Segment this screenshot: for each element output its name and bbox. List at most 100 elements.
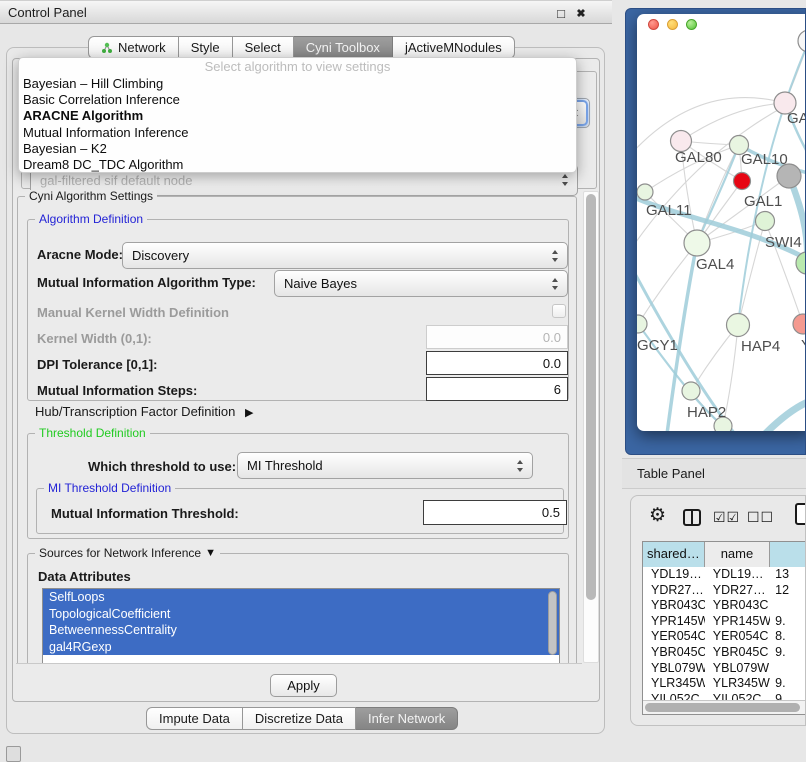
- algorithm-definition-group: Algorithm Definition Aracne Mode: Discov…: [27, 219, 569, 401]
- tab-jactivemnodules[interactable]: jActiveMNodules: [393, 36, 515, 59]
- list-item[interactable]: BetweennessCentrality: [43, 622, 559, 639]
- node-label: GCY1: [637, 337, 678, 354]
- document-icon[interactable]: [795, 503, 806, 525]
- select-all-columns-icon[interactable]: ☑☑: [713, 509, 740, 526]
- control-panel-tabs: Network Style Select Cyni Toolbox jActiv…: [88, 36, 515, 59]
- tab-select[interactable]: Select: [233, 36, 294, 59]
- dropdown-item-selected[interactable]: ARACNE Algorithm: [19, 108, 576, 124]
- table-row[interactable]: YBR045CYBR045C9.: [643, 645, 806, 661]
- mi-threshold-label: Mutual Information Threshold:: [51, 505, 239, 523]
- manual-kernel-label: Manual Kernel Width Definition: [37, 304, 229, 322]
- network-window[interactable]: GAL GAL80 GAL10 GAL11 GAL1 SWI4 GAL4 GCY…: [637, 14, 806, 431]
- network-node-labels: GAL GAL80 GAL10 GAL11 GAL1 SWI4 GAL4 GCY…: [637, 110, 806, 421]
- hub-definition-label: Hub/Transcription Factor Definition: [35, 404, 235, 419]
- column-header-shared-name[interactable]: shared…: [643, 542, 705, 567]
- node-label: Y: [801, 337, 806, 354]
- node-hap2[interactable]: [682, 382, 700, 400]
- node-label: GAL4: [696, 256, 734, 273]
- manual-kernel-checkbox[interactable]: [552, 304, 566, 318]
- table-scrollbar-thumb[interactable]: [645, 703, 800, 712]
- list-item[interactable]: SelfLoops: [43, 589, 559, 606]
- threshold-definition-group: Threshold Definition Which threshold to …: [27, 433, 569, 539]
- node-partial-top[interactable]: [798, 30, 806, 52]
- aracne-mode-label: Aracne Mode:: [37, 246, 123, 264]
- mi-type-value: Naive Bayes: [284, 276, 357, 291]
- table-header-row: shared… name: [643, 542, 806, 567]
- table-panel-title: Table Panel: [637, 466, 705, 481]
- settings-group-title: Cyni Algorithm Settings: [25, 190, 157, 203]
- kernel-width-field[interactable]: 0.0: [426, 325, 568, 349]
- tab-infer-network[interactable]: Infer Network: [356, 707, 458, 730]
- dropdown-item[interactable]: Basic Correlation Inference: [19, 92, 576, 108]
- threshold-definition-title: Threshold Definition: [35, 426, 150, 440]
- stepper-icon: [551, 250, 560, 262]
- apply-button[interactable]: Apply: [270, 674, 337, 697]
- deselect-all-columns-icon[interactable]: ☐☐: [747, 509, 774, 526]
- float-window-icon[interactable]: □: [552, 4, 570, 22]
- node-salmon[interactable]: [793, 314, 806, 334]
- tab-impute-data[interactable]: Impute Data: [146, 707, 243, 730]
- dropdown-item[interactable]: Mutual Information Inference: [19, 125, 576, 141]
- expanded-arrow-icon: ▼: [205, 547, 216, 559]
- node-label: GAL11: [646, 202, 692, 219]
- node-gcy1[interactable]: [637, 315, 647, 333]
- table-row[interactable]: YBL079WYBL079W: [643, 661, 806, 677]
- mi-threshold-field[interactable]: 0.5: [423, 500, 567, 525]
- tab-cyni-toolbox[interactable]: Cyni Toolbox: [294, 36, 393, 59]
- list-item[interactable]: gal4RGexp: [43, 639, 559, 656]
- settings-gear-icon[interactable]: ⚙: [649, 504, 666, 527]
- network-canvas[interactable]: GAL GAL80 GAL10 GAL11 GAL1 SWI4 GAL4 GCY…: [637, 14, 806, 431]
- node-gal1[interactable]: [756, 212, 775, 231]
- stepper-icon: [561, 174, 570, 186]
- sources-group-title[interactable]: Sources for Network Inference ▼: [35, 546, 220, 560]
- table-row[interactable]: YPR145WYPR145W9.: [643, 614, 806, 630]
- control-panel-title: Control Panel: [8, 5, 87, 20]
- screen: Control Panel □ ✖ Network Style Select C…: [0, 0, 806, 762]
- aracne-mode-combo[interactable]: Discovery: [122, 242, 568, 269]
- settings-scroll-area: Cyni Algorithm Settings Algorithm Defini…: [16, 190, 582, 664]
- node-red[interactable]: [734, 173, 751, 190]
- close-icon[interactable]: ✖: [572, 4, 590, 22]
- sources-group: Sources for Network Inference ▼ Data Att…: [27, 553, 569, 664]
- tab-style[interactable]: Style: [179, 36, 233, 59]
- dropdown-placeholder: Select algorithm to view settings: [19, 58, 576, 76]
- cyni-bottom-tabs: Impute Data Discretize Data Infer Networ…: [146, 707, 458, 730]
- minimized-panel-icon[interactable]: [6, 746, 21, 762]
- mi-threshold-group-title: MI Threshold Definition: [44, 481, 175, 495]
- table-horizontal-scrollbar[interactable]: [643, 700, 806, 714]
- column-header-name[interactable]: name: [705, 542, 770, 567]
- tab-discretize-data[interactable]: Discretize Data: [243, 707, 356, 730]
- algorithm-definition-title: Algorithm Definition: [35, 212, 147, 226]
- show-columns-icon[interactable]: [683, 509, 701, 526]
- column-header-partial[interactable]: [770, 542, 806, 567]
- dropdown-item[interactable]: Bayesian – Hill Climbing: [19, 76, 576, 92]
- table-row[interactable]: YBR043CYBR043C: [643, 598, 806, 614]
- data-attributes-label: Data Attributes: [38, 568, 131, 586]
- hub-definition-toggle[interactable]: Hub/Transcription Factor Definition ▶: [35, 403, 253, 421]
- list-scrollbar-thumb[interactable]: [548, 591, 557, 655]
- which-threshold-combo[interactable]: MI Threshold: [237, 452, 533, 479]
- mi-steps-field[interactable]: 6: [426, 377, 568, 401]
- dropdown-item[interactable]: Dream8 DC_TDC Algorithm: [19, 157, 576, 173]
- dpi-tolerance-field[interactable]: 0.0: [426, 351, 568, 375]
- settings-scrollbar[interactable]: [583, 191, 599, 663]
- dpi-tolerance-label: DPI Tolerance [0,1]:: [37, 356, 157, 374]
- list-item[interactable]: TopologicalCoefficient: [43, 606, 559, 623]
- table-row[interactable]: YLR345WYLR345W9.: [643, 676, 806, 692]
- collapsed-arrow-icon: ▶: [245, 407, 253, 419]
- table-row[interactable]: YDL19…YDL19…13: [643, 567, 806, 583]
- mi-type-combo[interactable]: Naive Bayes: [274, 270, 568, 297]
- network-nodes: [637, 30, 806, 431]
- stepper-icon: [516, 460, 525, 472]
- tab-network[interactable]: Network: [88, 36, 179, 59]
- dropdown-item[interactable]: Bayesian – K2: [19, 141, 576, 157]
- table-panel-header: Table Panel: [622, 458, 806, 489]
- table-row[interactable]: YER054CYER054C8.: [643, 629, 806, 645]
- table-row[interactable]: YDR27…YDR27…12: [643, 583, 806, 599]
- node-hap4[interactable]: [727, 314, 750, 337]
- settings-scrollbar-thumb[interactable]: [586, 194, 596, 600]
- node-gal4[interactable]: [684, 230, 710, 256]
- node-label: HAP4: [741, 338, 780, 355]
- node-gal11[interactable]: [637, 184, 653, 200]
- node-label: GAL10: [741, 151, 788, 168]
